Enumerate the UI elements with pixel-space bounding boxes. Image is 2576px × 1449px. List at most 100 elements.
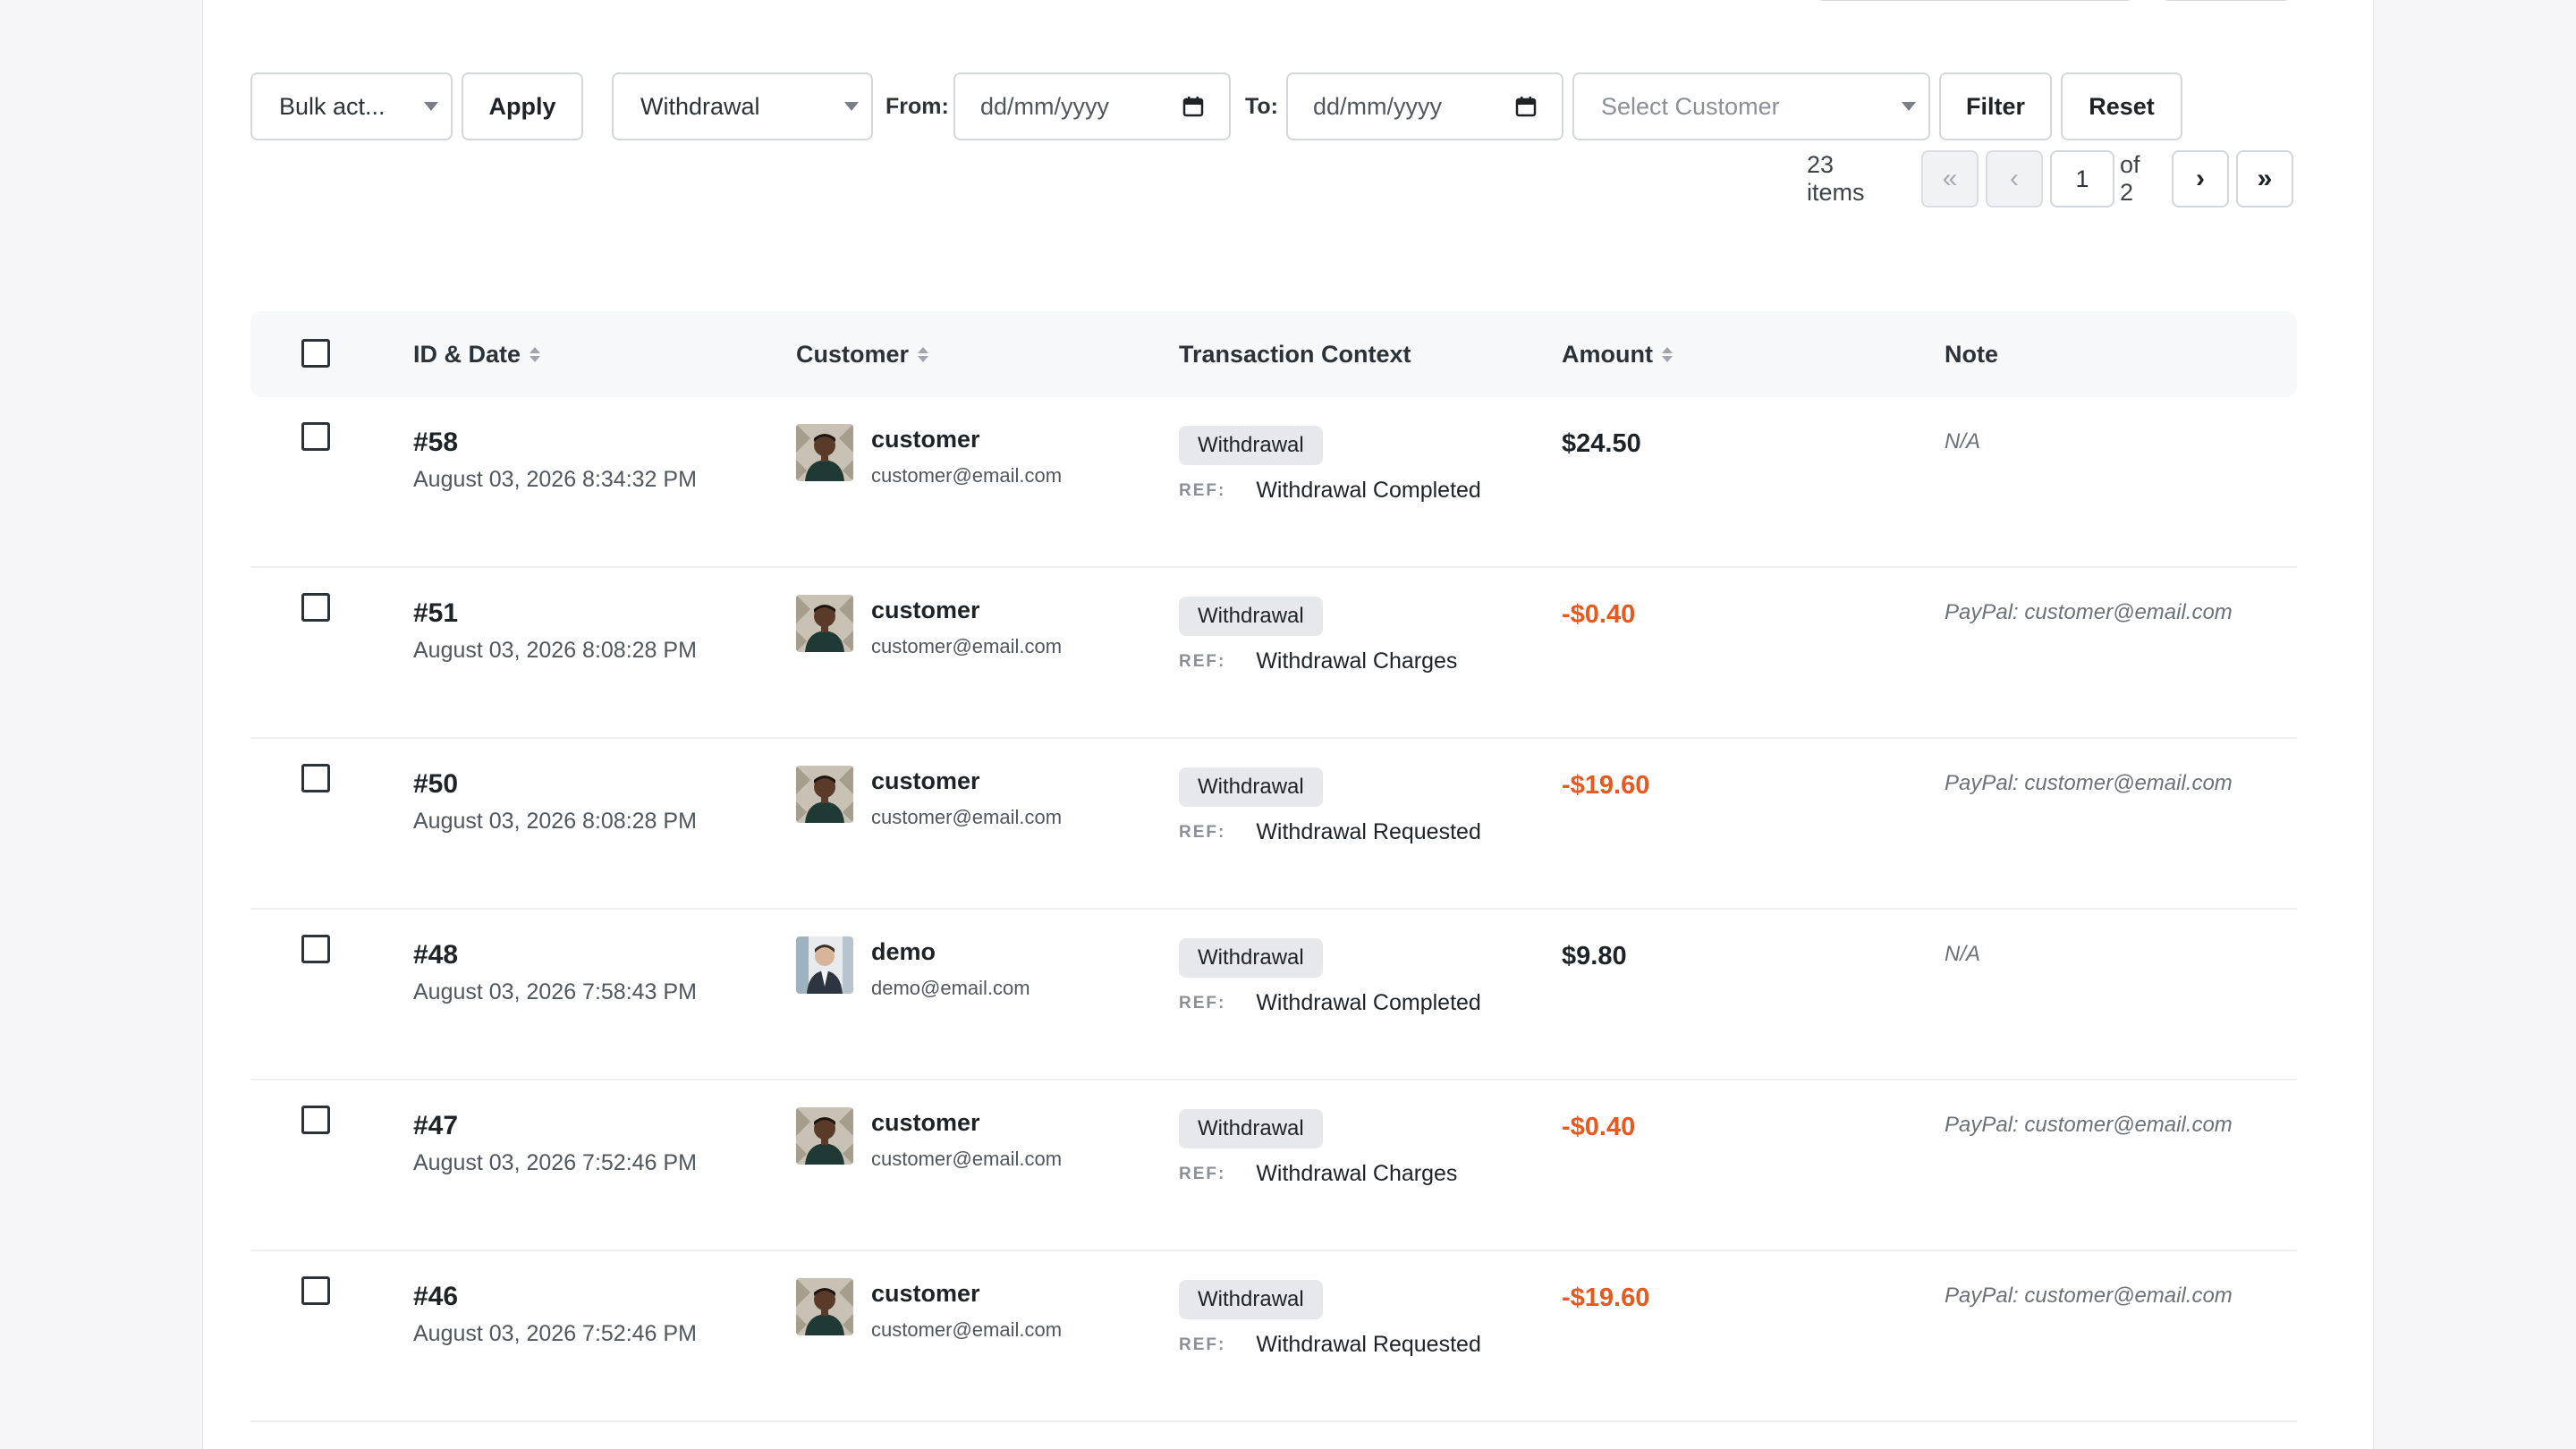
ref-label: REF: — [1179, 1164, 1226, 1183]
from-label: From: — [886, 93, 949, 119]
customer-info: customer customer@email.com — [871, 766, 1062, 829]
ref-line: REF: Withdrawal Charges — [1179, 648, 1457, 674]
row-checkbox[interactable] — [301, 1276, 330, 1305]
customer-name[interactable]: customer — [871, 1280, 1062, 1308]
id-date-cell: #50 August 03, 2026 8:08:28 PM — [413, 769, 697, 835]
customer-name[interactable]: customer — [871, 767, 1062, 795]
sort-icon[interactable] — [918, 346, 929, 362]
ref-value: Withdrawal Charges — [1256, 1161, 1458, 1186]
table-row: #46 August 03, 2026 7:52:46 PM customer … — [250, 1251, 2297, 1422]
calendar-icon[interactable] — [1182, 96, 1204, 117]
transaction-id[interactable]: #51 — [413, 598, 697, 629]
customer-email: customer@email.com — [871, 1148, 1063, 1170]
context-cell: Withdrawal REF: Withdrawal Requested — [1179, 767, 1481, 845]
amount-value: -$19.60 — [1562, 771, 1650, 800]
page-total: of 2 — [2120, 151, 2140, 206]
to-date-input[interactable]: dd/mm/yyyy — [1286, 72, 1563, 140]
column-context: Transaction Context — [1179, 311, 1411, 397]
table-header: ID & Date Customer Transaction Context A… — [250, 311, 2297, 397]
column-customer[interactable]: Customer — [796, 311, 929, 397]
id-date-cell: #47 August 03, 2026 7:52:46 PM — [413, 1111, 697, 1176]
prev-page-button[interactable]: ‹ — [1986, 150, 2043, 208]
customer-info: customer customer@email.com — [871, 595, 1062, 658]
column-amount[interactable]: Amount — [1562, 311, 1673, 397]
row-checkbox[interactable] — [301, 935, 330, 963]
last-page-button[interactable]: » — [2236, 150, 2293, 208]
ref-value: Withdrawal Completed — [1256, 990, 1481, 1015]
from-date-input[interactable]: dd/mm/yyyy — [953, 72, 1231, 140]
transaction-date: August 03, 2026 8:34:32 PM — [413, 467, 697, 492]
customer-name[interactable]: customer — [871, 1109, 1062, 1137]
customer-select[interactable]: Select Customer — [1572, 72, 1930, 140]
customer-name[interactable]: customer — [871, 426, 1062, 453]
table-row: #47 August 03, 2026 7:52:46 PM customer … — [250, 1080, 2297, 1251]
ref-label: REF: — [1179, 480, 1226, 500]
transaction-id[interactable]: #48 — [413, 940, 697, 970]
context-cell: Withdrawal REF: Withdrawal Charges — [1179, 1109, 1457, 1187]
calendar-icon[interactable] — [1515, 96, 1537, 117]
ref-value: Withdrawal Requested — [1256, 1332, 1481, 1357]
table-body: #58 August 03, 2026 8:34:32 PM customer … — [250, 397, 2297, 1422]
ref-label: REF: — [1179, 993, 1226, 1013]
select-all-checkbox[interactable] — [301, 339, 330, 368]
customer-name[interactable]: demo — [871, 938, 1030, 966]
ref-label: REF: — [1179, 651, 1226, 671]
transaction-id[interactable]: #46 — [413, 1282, 697, 1312]
ref-line: REF: Withdrawal Requested — [1179, 819, 1481, 845]
amount-value: -$19.60 — [1562, 1284, 1650, 1312]
transaction-date: August 03, 2026 8:08:28 PM — [413, 809, 697, 834]
id-date-cell: #48 August 03, 2026 7:58:43 PM — [413, 940, 697, 1005]
transaction-id[interactable]: #47 — [413, 1111, 697, 1141]
next-page-button[interactable]: › — [2172, 150, 2229, 208]
table-row: #58 August 03, 2026 8:34:32 PM customer … — [250, 397, 2297, 568]
column-customer-label: Customer — [796, 340, 910, 368]
reset-button[interactable]: Reset — [2061, 72, 2182, 140]
chevron-down-icon — [424, 102, 438, 111]
row-checkbox[interactable] — [301, 1106, 330, 1134]
amount-value: $24.50 — [1562, 429, 1641, 458]
sort-icon[interactable] — [530, 346, 541, 362]
ref-value: Withdrawal Completed — [1256, 478, 1481, 503]
row-checkbox[interactable] — [301, 764, 330, 792]
customer-name[interactable]: customer — [871, 597, 1062, 624]
transaction-id[interactable]: #50 — [413, 769, 697, 800]
type-badge: Withdrawal — [1179, 597, 1323, 636]
filter-button[interactable]: Filter — [1939, 72, 2052, 140]
first-page-button[interactable]: « — [1921, 150, 1979, 208]
table-row: #48 August 03, 2026 7:58:43 PM demo demo… — [250, 910, 2297, 1080]
id-date-cell: #46 August 03, 2026 7:52:46 PM — [413, 1282, 697, 1347]
current-page-input[interactable]: 1 — [2050, 150, 2114, 208]
id-date-cell: #51 August 03, 2026 8:08:28 PM — [413, 598, 697, 664]
note-value: PayPal: customer@email.com — [1945, 600, 2233, 624]
to-date-placeholder: dd/mm/yyyy — [1313, 92, 1443, 120]
customer-info: customer customer@email.com — [871, 1278, 1062, 1342]
customer-cell: customer customer@email.com — [796, 1278, 1062, 1342]
customer-avatar-icon — [796, 1278, 853, 1335]
row-checkbox[interactable] — [301, 593, 330, 622]
top-button-partial[interactable] — [2158, 0, 2294, 1]
ref-value: Withdrawal Requested — [1256, 819, 1481, 844]
amount-value: -$0.40 — [1562, 1113, 1636, 1141]
column-id-date[interactable]: ID & Date — [413, 311, 541, 397]
customer-avatar-icon — [796, 766, 853, 823]
customer-avatar-icon — [796, 1107, 853, 1165]
transaction-type-select[interactable]: Withdrawal — [612, 72, 873, 140]
bulk-action-select[interactable]: Bulk act... — [250, 72, 453, 140]
type-badge: Withdrawal — [1179, 938, 1323, 978]
sort-icon[interactable] — [1661, 346, 1673, 362]
table-row: #50 August 03, 2026 8:08:28 PM customer … — [250, 739, 2297, 910]
top-control-partial[interactable] — [1813, 0, 2137, 1]
chevron-down-icon — [844, 102, 859, 111]
transaction-date: August 03, 2026 7:58:43 PM — [413, 979, 697, 1004]
context-cell: Withdrawal REF: Withdrawal Completed — [1179, 426, 1481, 504]
context-cell: Withdrawal REF: Withdrawal Completed — [1179, 938, 1481, 1016]
ref-line: REF: Withdrawal Completed — [1179, 478, 1481, 504]
apply-button[interactable]: Apply — [462, 72, 583, 140]
note-value: N/A — [1945, 942, 1981, 966]
demo-avatar-icon — [796, 936, 853, 994]
row-checkbox[interactable] — [301, 422, 330, 451]
transaction-id[interactable]: #58 — [413, 428, 697, 458]
context-cell: Withdrawal REF: Withdrawal Charges — [1179, 597, 1457, 674]
note-value: PayPal: customer@email.com — [1945, 1284, 2233, 1308]
ref-line: REF: Withdrawal Charges — [1179, 1161, 1457, 1187]
